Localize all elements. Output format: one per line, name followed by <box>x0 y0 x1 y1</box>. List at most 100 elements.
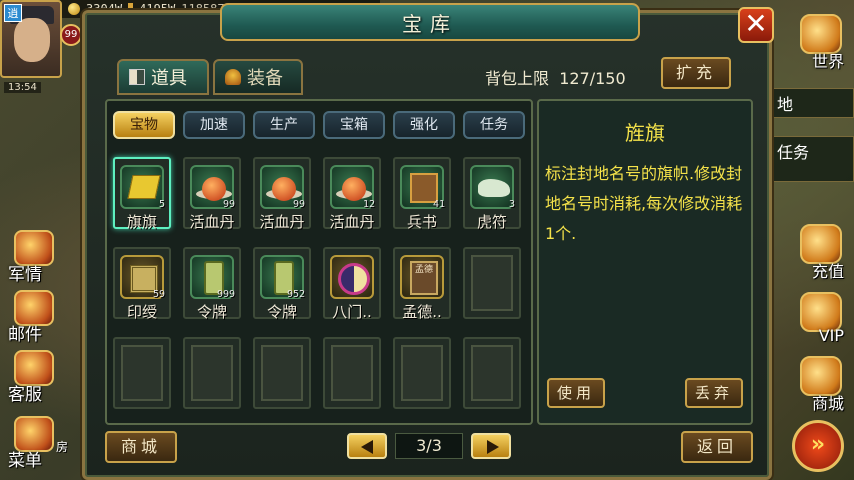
quest-label: 任务 <box>777 143 810 162</box>
vip-button[interactable]: VIP <box>786 292 854 350</box>
pager: 3/3 <box>347 433 511 461</box>
tiger-tally-icon <box>470 165 514 209</box>
item-name: 令牌 <box>266 303 297 321</box>
prev-page-button[interactable] <box>347 433 387 459</box>
category-enhance[interactable]: 强化 <box>393 111 455 139</box>
mail-label: 邮件 <box>8 325 42 345</box>
category-speedup[interactable]: 加速 <box>183 111 245 139</box>
item-name: 印绶 <box>126 303 157 321</box>
item-slot[interactable]: 99 活血丹 <box>183 157 241 231</box>
dialog-title-bar: 宝库 <box>220 3 640 41</box>
vip-label: VIP <box>818 326 844 345</box>
military-report-label: 军情 <box>8 265 42 285</box>
item-qty: 952 <box>286 289 305 300</box>
detail-item-description: 标注封地名号的旗帜.修改封地名号时消耗,每次修改消耗1个. <box>545 164 743 243</box>
shop-button[interactable]: 商城 <box>105 431 177 463</box>
shop-side-button[interactable]: 商城 <box>786 356 854 414</box>
expand-button[interactable]: 扩充 <box>661 57 731 89</box>
empty-slot[interactable] <box>323 337 381 409</box>
next-page-button[interactable] <box>471 433 511 459</box>
recharge-label: 充值 <box>811 262 844 281</box>
flag-icon <box>120 165 164 209</box>
tab-equipment-label: 装备 <box>247 68 283 89</box>
shop-side-label: 商城 <box>811 394 844 413</box>
right-arrow-icon <box>487 440 499 454</box>
item-slot[interactable]: 41 兵书 <box>393 157 451 231</box>
item-name: 令牌 <box>196 303 227 321</box>
recharge-button[interactable]: 充值 <box>786 224 854 282</box>
empty-slot[interactable] <box>113 337 171 409</box>
item-qty: 99 <box>222 199 235 210</box>
region-label: 地 <box>770 88 854 118</box>
empty-slot[interactable] <box>253 337 311 409</box>
world-button[interactable]: 世界 <box>786 14 854 72</box>
customer-service-label: 客服 <box>8 385 42 405</box>
bagua-icon <box>330 255 374 299</box>
item-name: 虎符 <box>476 213 507 231</box>
tab-items-label: 道具 <box>151 68 187 89</box>
left-arrow-icon <box>361 440 373 454</box>
action-arrow-icon[interactable]: » <box>792 420 844 472</box>
item-grid-panel: 宝物 加速 生产 宝箱 强化 任务 5 旗旗 99 活血丹 99 活血丹 12 … <box>105 99 533 425</box>
page-indicator: 3/3 <box>395 433 463 459</box>
item-slot[interactable]: 952 令牌 <box>253 247 311 321</box>
tome-text: 孟德 <box>410 261 438 295</box>
military-report-button[interactable]: 军情 <box>0 228 64 285</box>
item-name: 活血丹 <box>329 213 375 231</box>
avatar-tag: 逍 <box>4 4 22 22</box>
empty-slot[interactable] <box>183 337 241 409</box>
item-slot[interactable]: 3 虎符 <box>463 157 521 231</box>
item-name: 活血丹 <box>189 213 235 231</box>
item-slot[interactable]: 5 旗旗 <box>113 157 171 231</box>
discard-button[interactable]: 丢弃 <box>685 378 743 408</box>
item-qty: 999 <box>216 289 235 300</box>
bag-capacity: 背包上限 127/150 <box>485 65 626 89</box>
item-qty: 3 <box>508 199 515 210</box>
empty-slot[interactable] <box>463 337 521 409</box>
item-name: 兵书 <box>406 213 437 231</box>
item-qty: 41 <box>432 199 445 210</box>
item-slot[interactable]: 12 活血丹 <box>323 157 381 231</box>
use-button[interactable]: 使用 <box>547 378 605 408</box>
item-slot[interactable]: 孟德 孟德.. <box>393 247 451 321</box>
close-button[interactable]: ✕ <box>738 7 774 43</box>
face-shape <box>14 18 50 62</box>
level-badge: 99 <box>60 24 82 46</box>
mail-button[interactable]: 邮件 <box>0 288 64 345</box>
item-qty: 12 <box>362 199 375 210</box>
tab-items[interactable]: 道具 <box>117 59 209 95</box>
gold-coin-icon <box>68 3 80 15</box>
house-label: 房 <box>56 440 69 454</box>
customer-service-button[interactable]: 客服 <box>0 348 64 405</box>
treasury-dialog: 宝库 ✕ 道具 装备 背包上限 127/150 扩充 宝物 加速 生产 宝箱 强… <box>82 3 774 480</box>
item-slot[interactable]: 99 活血丹 <box>253 157 311 231</box>
capacity-value: 127/150 <box>559 69 626 88</box>
world-label: 世界 <box>811 52 844 71</box>
clock: 13:54 <box>4 82 41 93</box>
tome-icon: 孟德 <box>400 255 444 299</box>
item-qty: 99 <box>292 199 305 210</box>
dialog-title: 宝库 <box>402 11 458 36</box>
item-slot[interactable]: 59 印绶 <box>113 247 171 321</box>
item-slot[interactable]: 八门.. <box>323 247 381 321</box>
menu-label: 菜单 <box>8 451 42 471</box>
capacity-label: 背包上限 <box>485 69 550 88</box>
empty-slot[interactable] <box>463 247 521 319</box>
detail-item-name: 旌旗 <box>625 121 665 145</box>
category-production[interactable]: 生产 <box>253 111 315 139</box>
category-quest[interactable]: 任务 <box>463 111 525 139</box>
item-name: 活血丹 <box>259 213 305 231</box>
item-detail-panel: 旌旗 标注封地名号的旗帜.修改封地名号时消耗,每次修改消耗1个. <box>537 99 753 425</box>
empty-slot[interactable] <box>393 337 451 409</box>
menu-button[interactable]: 菜单 <box>0 414 64 471</box>
helmet-icon <box>225 69 241 85</box>
tab-equipment[interactable]: 装备 <box>213 59 303 95</box>
back-button[interactable]: 返回 <box>681 431 753 463</box>
category-chest[interactable]: 宝箱 <box>323 111 385 139</box>
quest-button[interactable]: 任务 <box>770 136 854 182</box>
category-treasure[interactable]: 宝物 <box>113 111 175 139</box>
item-name: 旗旗 <box>126 213 157 231</box>
item-slot[interactable]: 999 令牌 <box>183 247 241 321</box>
item-name: 八门.. <box>332 303 372 321</box>
player-avatar[interactable]: 逍 <box>0 0 62 78</box>
